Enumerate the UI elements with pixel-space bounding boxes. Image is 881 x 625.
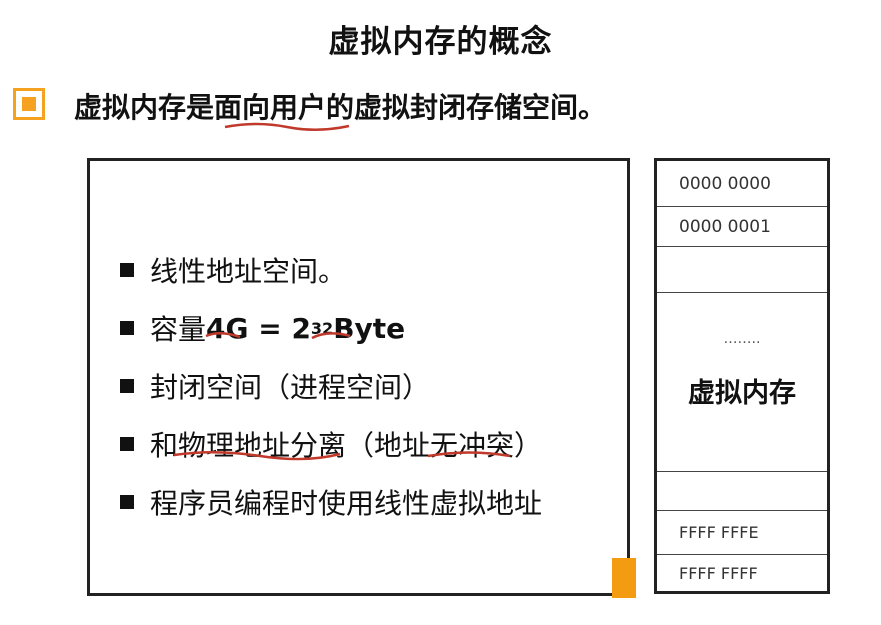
bullet-text: 线性地址空间。 [150, 255, 347, 288]
bullet-text-prefix: 容量 [150, 313, 207, 346]
memory-ellipsis: …….. [723, 331, 761, 347]
memory-label: 虚拟内存 [688, 378, 796, 409]
orange-square-bullet-icon [13, 88, 45, 120]
bullet-text: 和物理地址分离（地址无冲突） [150, 429, 543, 462]
bullet-text-suffix: Byte [333, 311, 406, 345]
black-square-bullet-icon [120, 263, 134, 277]
orange-marker-tab [612, 558, 636, 598]
virtual-memory-diagram: 0000 0000 0000 0001 …….. 虚拟内存 FFFF FFFE … [654, 158, 830, 594]
bullet-text-bold: 4G = 2 [206, 311, 311, 345]
bullet-text: 封闭空间（进程空间） [150, 371, 431, 404]
bullet-list: 线性地址空间。 容量 4G = 2 32 Byte 封闭空间（进程空间） 和物理地… [120, 241, 542, 531]
bullet-item-separated: 和物理地址分离（地址无冲突） [120, 415, 542, 473]
orange-square-bullet-inner [22, 97, 36, 111]
black-square-bullet-icon [120, 495, 134, 509]
page-title: 虚拟内存的概念 [328, 24, 553, 60]
memory-cell-addr-ffff: FFFF FFFF [679, 563, 758, 583]
memory-cell-addr-1: 0000 0001 [657, 207, 827, 247]
black-square-bullet-icon [120, 437, 134, 451]
black-square-bullet-icon [120, 321, 134, 335]
black-square-bullet-icon [120, 379, 134, 393]
bullet-text: 程序员编程时使用线性虚拟地址 [150, 487, 543, 520]
memory-cell-addr-0: 0000 0000 [657, 161, 827, 207]
bullet-item-programmer: 程序员编程时使用线性虚拟地址 [120, 473, 542, 531]
bullet-text-superscript: 32 [310, 318, 334, 338]
subtitle-text: 虚拟内存是面向用户的虚拟封闭存储空间。 [74, 91, 607, 124]
memory-cell-empty-bottom [657, 471, 827, 511]
bullet-item-capacity: 容量 4G = 2 32 Byte [120, 299, 542, 357]
memory-cell-empty [657, 247, 827, 293]
bullet-item-closed: 封闭空间（进程空间） [120, 357, 542, 415]
concept-list-box: 线性地址空间。 容量 4G = 2 32 Byte 封闭空间（进程空间） 和物理地… [87, 158, 630, 596]
memory-cell-addr-fffe: FFFF FFFE [657, 511, 827, 555]
bullet-item-linear: 线性地址空间。 [120, 241, 542, 299]
